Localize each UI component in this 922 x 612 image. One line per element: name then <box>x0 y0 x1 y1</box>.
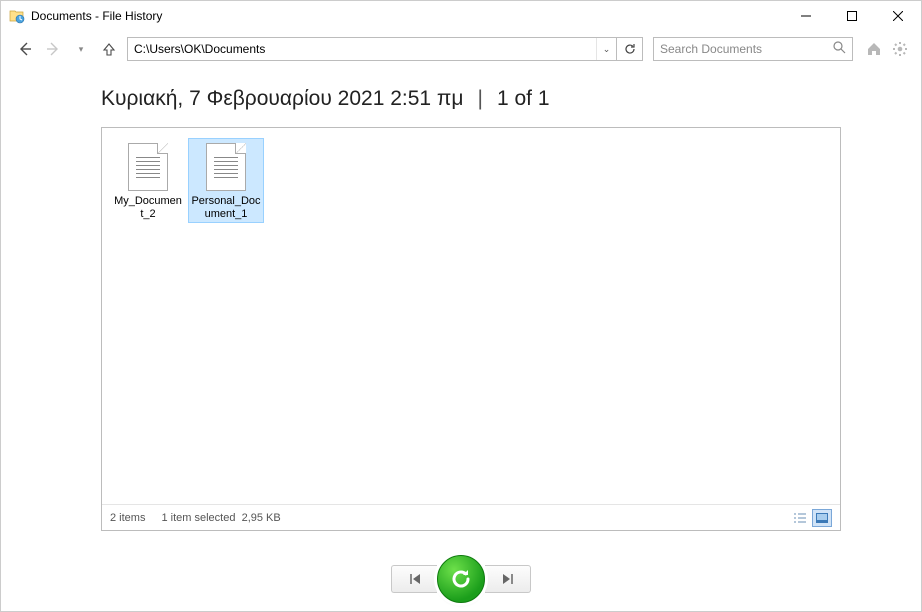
address-dropdown[interactable]: ⌄ <box>596 38 616 60</box>
search-icon <box>833 41 846 57</box>
file-icon <box>206 143 246 191</box>
file-label: My_Document_2 <box>113 195 183 220</box>
recent-dropdown[interactable]: ▾ <box>69 37 93 61</box>
file-list[interactable]: My_Document_2 Personal_Document_1 <box>102 128 840 504</box>
next-version-button[interactable] <box>485 565 531 593</box>
file-icon <box>128 143 168 191</box>
previous-version-button[interactable] <box>391 565 437 593</box>
version-position: 1 of 1 <box>497 87 550 111</box>
status-selection: 1 item selected 2,95 KB <box>161 512 280 524</box>
file-browser: My_Document_2 Personal_Document_1 2 item… <box>101 127 841 531</box>
minimize-button[interactable] <box>783 1 829 31</box>
home-button[interactable] <box>863 38 885 60</box>
forward-button[interactable] <box>41 37 65 61</box>
address-bar[interactable]: C:\Users\OK\Documents <box>128 38 596 60</box>
address-bar-group: C:\Users\OK\Documents ⌄ <box>127 37 643 61</box>
status-bar: 2 items 1 item selected 2,95 KB <box>102 504 840 530</box>
close-button[interactable] <box>875 1 921 31</box>
view-thumbnails-button[interactable] <box>812 509 832 527</box>
version-heading: Κυριακή, 7 Φεβρουαρίου 2021 2:51 πμ | 1 … <box>101 87 841 111</box>
file-item-personal-document-1[interactable]: Personal_Document_1 <box>188 138 264 223</box>
up-button[interactable] <box>97 37 121 61</box>
file-label: Personal_Document_1 <box>191 195 261 220</box>
navigation-bar: ▾ C:\Users\OK\Documents ⌄ Search Documen… <box>1 31 921 67</box>
refresh-button[interactable] <box>616 38 642 60</box>
heading-separator: | <box>478 87 483 111</box>
title-bar: Documents - File History <box>1 1 921 31</box>
settings-button[interactable] <box>889 38 911 60</box>
restore-button[interactable] <box>437 555 485 603</box>
app-icon <box>9 8 25 24</box>
search-input[interactable]: Search Documents <box>653 37 853 61</box>
version-date: Κυριακή, 7 Φεβρουαρίου 2021 2:51 πμ <box>101 87 464 111</box>
view-details-button[interactable] <box>790 509 810 527</box>
window-title: Documents - File History <box>31 9 783 23</box>
status-item-count: 2 items <box>110 512 145 524</box>
history-controls <box>1 547 921 611</box>
file-item-my-document-2[interactable]: My_Document_2 <box>110 138 186 223</box>
search-placeholder: Search Documents <box>660 42 833 56</box>
back-button[interactable] <box>13 37 37 61</box>
content-area: Κυριακή, 7 Φεβρουαρίου 2021 2:51 πμ | 1 … <box>1 67 921 547</box>
maximize-button[interactable] <box>829 1 875 31</box>
